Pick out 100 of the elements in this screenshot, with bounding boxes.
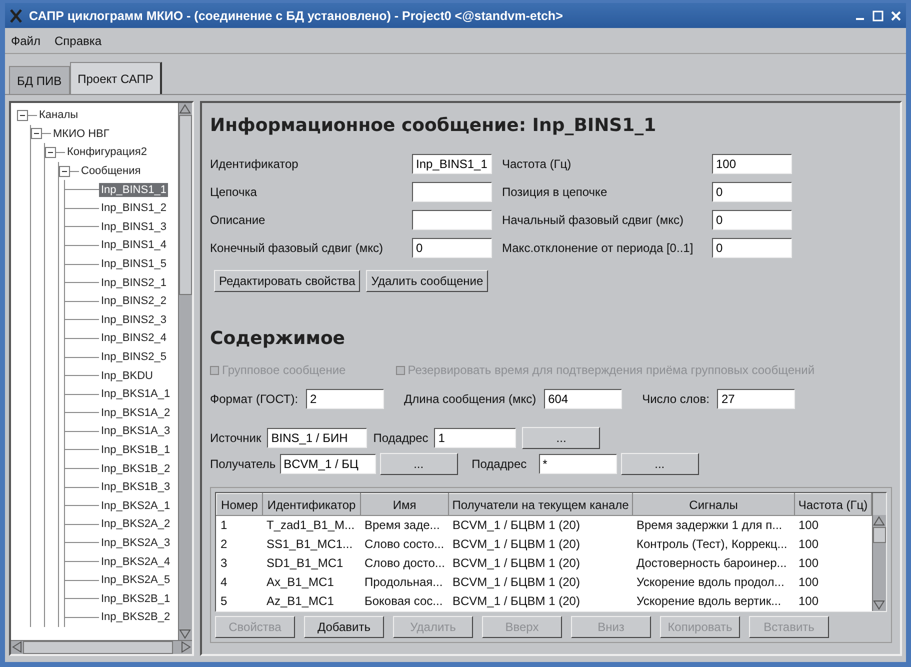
scroll-up-arrow-icon[interactable]	[179, 103, 191, 115]
browse-button[interactable]: ...	[620, 453, 699, 475]
table-cell: 2	[216, 534, 262, 554]
field-label: Число слов:	[642, 392, 710, 406]
tree-item[interactable]: Inp_BKS2A_3	[99, 536, 172, 550]
action-button[interactable]: Добавить	[304, 616, 384, 638]
field-label: Позиция в цепочке	[502, 185, 608, 199]
input-field[interactable]	[412, 210, 492, 230]
column-header[interactable]: Сигналы	[632, 494, 794, 516]
tree-item[interactable]: Inp_BINS1_4	[99, 238, 168, 252]
table-cell: BCVM_1 / БЦВМ 1 (20)	[448, 592, 632, 610]
scroll-right-arrow-icon[interactable]	[180, 641, 192, 653]
menu-item[interactable]: Файл	[11, 34, 41, 48]
browse-button[interactable]: ...	[522, 427, 600, 449]
input-field[interactable]	[412, 182, 492, 202]
tree-item[interactable]: Каналы	[37, 108, 80, 122]
input-field[interactable]: 27	[717, 389, 796, 409]
table-cell: 100	[794, 554, 872, 572]
table-cell: Ускорение вдоль вертик...	[632, 592, 794, 610]
collapse-icon[interactable]	[59, 166, 70, 177]
input-field[interactable]: 0	[412, 238, 492, 258]
field-label: Подадрес	[472, 457, 527, 471]
tree-item[interactable]: Inp_BKS2B_1	[99, 592, 172, 606]
column-header[interactable]: Имя	[360, 494, 448, 516]
tree-item[interactable]: Inp_BINS2_5	[99, 350, 168, 364]
tree-item[interactable]: Inp_BINS2_3	[99, 312, 168, 327]
table-cell: 100	[794, 534, 872, 554]
table-cell: Контроль (Тест), Коррекц...	[632, 534, 794, 554]
table-cell: SS1_B1_MC1...	[262, 534, 360, 554]
table-cell: Время задержки 1 для п...	[632, 516, 794, 534]
input-field[interactable]: 2	[306, 389, 384, 409]
input-field[interactable]: 0	[712, 238, 792, 258]
field-label: Подадрес	[373, 431, 428, 445]
input-field[interactable]: 0	[712, 182, 792, 202]
scroll-down-arrow-icon[interactable]	[873, 598, 885, 610]
tree-item[interactable]: Inp_BINS2_4	[99, 331, 168, 346]
input-field[interactable]: *	[538, 454, 617, 474]
table-cell: 4	[216, 572, 262, 592]
tree-item[interactable]: Сообщения	[79, 164, 143, 178]
collapse-icon[interactable]	[17, 110, 28, 121]
tree-item[interactable]: Inp_BKS1A_3	[99, 424, 172, 438]
tree-item[interactable]: Inp_BKS2A_4	[99, 554, 172, 569]
collapse-icon[interactable]	[45, 146, 56, 158]
tree-item[interactable]: Inp_BKS1B_3	[99, 480, 172, 494]
tree-item[interactable]: Inp_BKS1A_1	[99, 387, 172, 402]
tree-item[interactable]: Inp_BKDU	[99, 368, 155, 383]
input-field[interactable]: 0	[712, 210, 792, 230]
close-icon[interactable]	[890, 10, 902, 22]
tree-item[interactable]: Inp_BKS1B_1	[99, 442, 172, 457]
tree-item[interactable]: МКИО НВГ	[51, 126, 112, 141]
input-field[interactable]: 604	[544, 389, 622, 409]
input-field[interactable]: 100	[712, 154, 792, 174]
tab[interactable]: Проект САПР	[70, 62, 162, 94]
tree-item[interactable]: Конфигурация2	[65, 145, 149, 160]
table-cell: BCVM_1 / БЦВМ 1 (20)	[448, 572, 632, 592]
vertical-scrollbar[interactable]	[872, 493, 886, 610]
input-field[interactable]: BCVM_1 / БЦ	[280, 454, 376, 474]
tree-item[interactable]: Inp_BINS2_2	[99, 294, 168, 308]
tree-item[interactable]: Inp_BINS1_2	[99, 201, 168, 216]
scroll-thumb[interactable]	[23, 641, 173, 654]
input-field[interactable]: Inp_BINS1_1	[412, 154, 492, 174]
column-header[interactable]: Идентификатор	[262, 494, 360, 516]
menu-item[interactable]: Справка	[54, 34, 102, 48]
tree-item[interactable]: Inp_BKS2A_1	[99, 498, 172, 513]
field-label: Конечный фазовый сдвиг (мкс)	[210, 241, 384, 255]
tree-item[interactable]: Inp_BINS1_3	[99, 220, 168, 234]
table-cell: T_zad1_B1_M...	[262, 516, 360, 534]
maximize-icon[interactable]	[872, 10, 884, 22]
tree-item[interactable]: Inp_BKS2B_2	[99, 610, 172, 624]
field-label: Частота (Гц)	[502, 157, 572, 171]
field-label: Формат (ГОСТ):	[210, 392, 298, 406]
action-button[interactable]: Редактировать свойства	[214, 270, 360, 292]
table-cell: 100	[794, 572, 872, 592]
scroll-left-arrow-icon[interactable]	[11, 641, 23, 653]
action-button[interactable]: Удалить сообщение	[366, 270, 488, 292]
scroll-thumb[interactable]	[179, 115, 192, 295]
table-cell: Боковая сос...	[360, 592, 448, 610]
tree-item[interactable]: Inp_BKS1B_2	[99, 462, 172, 476]
column-header[interactable]: Получатели на текущем канале	[448, 494, 632, 516]
tree-item[interactable]: Inp_BKS2A_2	[99, 517, 172, 532]
tree-item[interactable]: Inp_BINS2_1	[99, 276, 168, 290]
table-cell: 100	[794, 592, 872, 610]
table-cell: BCVM_1 / БЦВМ 1 (20)	[448, 534, 632, 554]
tree-item[interactable]: Inp_BKS1A_2	[99, 406, 172, 420]
input-field[interactable]: BINS_1 / БИН	[267, 428, 368, 448]
scroll-thumb[interactable]	[873, 527, 886, 543]
horizontal-scrollbar[interactable]	[11, 640, 192, 654]
scroll-up-arrow-icon[interactable]	[873, 515, 885, 527]
tree-item[interactable]: Inp_BINS1_5	[99, 257, 168, 272]
browse-button[interactable]: ...	[380, 453, 458, 475]
collapse-icon[interactable]	[31, 128, 42, 140]
tree-item[interactable]: Inp_BINS1_1	[99, 182, 168, 197]
section-heading: Информационное сообщение: Inp_BINS1_1	[210, 115, 658, 136]
column-header[interactable]: Частота (Гц)	[794, 494, 872, 516]
vertical-scrollbar[interactable]	[178, 103, 192, 640]
tab[interactable]: БД ПИВ	[9, 66, 70, 94]
column-header[interactable]: Номер	[216, 494, 262, 516]
input-field[interactable]: 1	[434, 428, 516, 448]
tree-item[interactable]: Inp_BKS2A_5	[99, 573, 172, 588]
scroll-down-arrow-icon[interactable]	[179, 628, 191, 640]
